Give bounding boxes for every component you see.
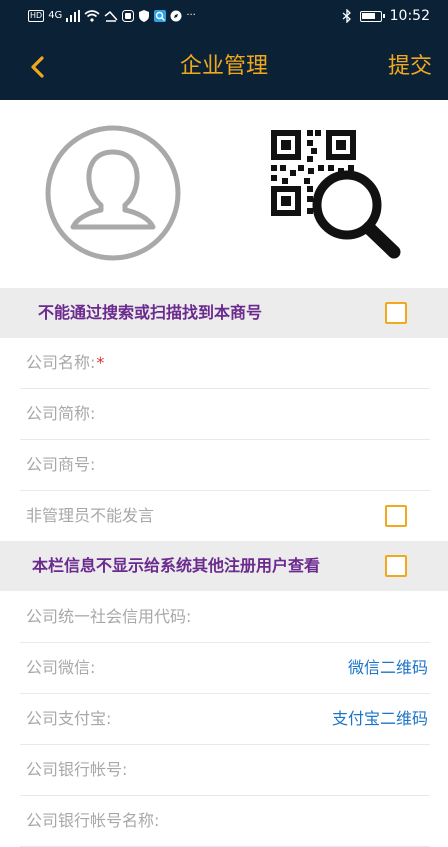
nav-bar: 企业管理 提交 <box>0 34 448 100</box>
alipay-row[interactable]: 公司支付宝: 支付宝二维码 <box>20 694 430 745</box>
compass-icon <box>170 10 182 22</box>
non-admin-mute-row: 非管理员不能发言 <box>20 491 430 542</box>
hide-info-label: 本栏信息不显示给系统其他注册用户查看 <box>32 556 321 575</box>
hide-info-row: 本栏信息不显示给系统其他注册用户查看 <box>0 541 448 591</box>
non-admin-mute-label: 非管理员不能发言 <box>26 506 155 525</box>
company-brand-label: 公司商号: <box>26 455 96 474</box>
hide-search-label: 不能通过搜索或扫描找到本商号 <box>38 303 263 322</box>
status-bar: HD 4G ··· 10:52 <box>0 0 448 34</box>
status-icons-right: 10:52 <box>342 8 430 24</box>
wifi-icon <box>84 10 100 22</box>
company-short-name-label: 公司简称: <box>26 404 96 423</box>
qr-code-search-icon[interactable] <box>268 124 402 260</box>
bank-account-name-label: 公司银行帐号名称: <box>26 811 160 830</box>
wechat-row[interactable]: 公司微信: 微信二维码 <box>20 643 430 694</box>
signal-icon <box>66 10 81 22</box>
hide-search-checkbox[interactable] <box>385 302 407 324</box>
wechat-label: 公司微信: <box>26 658 96 677</box>
credit-code-row[interactable]: 公司统一社会信用代码: <box>20 592 430 643</box>
non-admin-mute-checkbox[interactable] <box>385 505 407 527</box>
hd-icon: HD <box>28 10 45 22</box>
search-app-icon <box>154 10 167 22</box>
submit-button[interactable]: 提交 <box>388 52 432 82</box>
shield-icon <box>139 10 150 22</box>
battery-icon <box>359 10 385 22</box>
alipay-qr-link[interactable]: 支付宝二维码 <box>332 694 428 744</box>
hide-info-checkbox[interactable] <box>385 555 407 577</box>
company-name-row[interactable]: 公司名称:* <box>20 338 430 389</box>
bank-account-name-row[interactable]: 公司银行帐号名称: <box>20 796 430 847</box>
wechat-qr-link[interactable]: 微信二维码 <box>348 643 428 693</box>
network-type: 4G <box>48 10 63 21</box>
alipay-label: 公司支付宝: <box>26 709 112 728</box>
page-title: 企业管理 <box>179 54 268 79</box>
hide-search-row: 不能通过搜索或扫描找到本商号 <box>0 288 448 338</box>
company-brand-row[interactable]: 公司商号: <box>20 440 430 491</box>
bluetooth-icon <box>342 9 351 23</box>
credit-code-label: 公司统一社会信用代码: <box>26 607 192 626</box>
bank-account-row[interactable]: 公司银行帐号: <box>20 745 430 796</box>
app-icon <box>122 10 135 22</box>
company-short-name-row[interactable]: 公司简称: <box>20 389 430 440</box>
status-time: 10:52 <box>389 8 430 24</box>
user-avatar-icon[interactable] <box>44 124 182 262</box>
company-name-label: 公司名称:* <box>26 353 105 372</box>
bank-account-label: 公司银行帐号: <box>26 760 128 779</box>
required-mark: * <box>96 353 105 372</box>
nfc-icon <box>104 10 118 22</box>
more-icon: ··· <box>186 10 196 21</box>
status-icons-left: HD 4G ··· <box>28 9 196 23</box>
